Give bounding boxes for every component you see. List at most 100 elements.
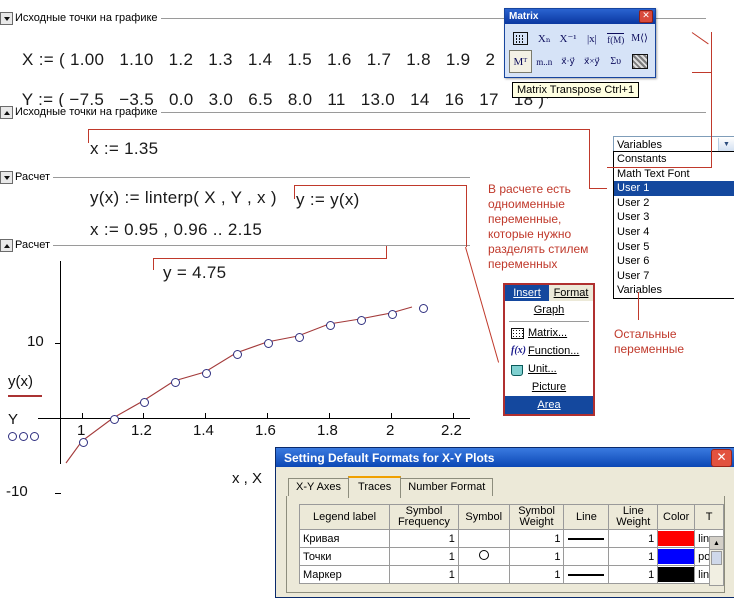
cell-line[interactable] bbox=[563, 529, 610, 548]
annotation-line-to-user1 bbox=[607, 167, 712, 168]
line-sample-icon bbox=[568, 573, 605, 576]
chevron-down-icon[interactable]: ▼ bbox=[718, 138, 734, 151]
cell-line-weight[interactable]: 1 bbox=[608, 547, 659, 566]
x-scalar-expression[interactable]: x := 1.35 bbox=[90, 139, 158, 159]
region-header-3[interactable]: Расчет bbox=[0, 171, 470, 184]
vector-sum-icon[interactable]: Συ bbox=[604, 50, 627, 73]
plot-legend-y-marker-1 bbox=[8, 432, 17, 441]
cell-legend-label[interactable]: Маркер bbox=[298, 565, 391, 584]
tab-traces[interactable]: Traces bbox=[348, 476, 402, 498]
style-option-variables[interactable]: Variables bbox=[614, 283, 734, 298]
cell-color[interactable] bbox=[657, 547, 696, 566]
region-toggle-icon-1[interactable] bbox=[0, 12, 13, 25]
scrollbar-thumb[interactable] bbox=[711, 551, 722, 565]
cell-line[interactable] bbox=[563, 565, 610, 584]
cell-legend-label[interactable]: Точки bbox=[298, 547, 391, 566]
style-option-user-5[interactable]: User 5 bbox=[614, 240, 734, 255]
cell-line-weight[interactable]: 1 bbox=[608, 529, 659, 548]
table-row[interactable]: Кривая 1 1 1 lin bbox=[298, 529, 724, 548]
format-dialog[interactable]: Setting Default Formats for X-Y Plots ✕ … bbox=[275, 447, 734, 598]
traces-table[interactable]: Legend label Symbol Frequency Symbol Sym… bbox=[298, 504, 724, 584]
vectorize-icon[interactable]: f(M) bbox=[604, 27, 627, 50]
menu-item-unit[interactable]: Unit... bbox=[505, 360, 593, 378]
region-header-4[interactable]: Расчет bbox=[0, 239, 470, 252]
style-option-user-4[interactable]: User 4 bbox=[614, 225, 734, 240]
determinant-icon[interactable]: |x| bbox=[580, 27, 603, 50]
table-row[interactable]: Маркер 1 1 1 lin bbox=[298, 565, 724, 584]
cell-symbol-frequency[interactable]: 1 bbox=[389, 547, 459, 566]
cross-product-icon[interactable]: x⃗×y⃗ bbox=[580, 50, 603, 73]
cell-symbol[interactable] bbox=[457, 529, 510, 548]
style-option-user-6[interactable]: User 6 bbox=[614, 254, 734, 269]
col-symbol: Symbol bbox=[457, 504, 510, 530]
col-color: Color bbox=[657, 504, 696, 530]
picture-operator-icon[interactable] bbox=[628, 50, 651, 73]
y-vector-expression[interactable]: Y := ( −7.5 −3.5 0.0 3.0 6.5 8.0 11 13.0… bbox=[12, 70, 551, 110]
cell-symbol-weight[interactable]: 1 bbox=[508, 529, 565, 548]
cell-legend-label[interactable]: Кривая bbox=[298, 529, 391, 548]
insert-format-context-menu[interactable]: Insert Format Graph Matrix... f(x) Funct… bbox=[503, 283, 595, 416]
annotation-line-xscalar-to-note bbox=[589, 188, 607, 189]
style-option-math-text-font[interactable]: Math Text Font bbox=[614, 167, 734, 182]
cell-symbol-frequency[interactable]: 1 bbox=[389, 565, 459, 584]
matrix-palette-body: Xₙ X⁻¹ |x| f(M) M⟨⟩ Mᵀ m..n x⃗·y⃗ x⃗×y⃗ … bbox=[505, 24, 655, 77]
menu-item-graph[interactable]: Graph bbox=[505, 301, 593, 319]
menu-separator bbox=[509, 321, 589, 322]
menu-item-function[interactable]: f(x) Function... bbox=[505, 342, 593, 360]
matrix-grid-icon bbox=[511, 327, 524, 339]
matrix-subscript-icon[interactable]: Xₙ bbox=[533, 27, 556, 50]
matrix-palette-titlebar[interactable]: Matrix ✕ bbox=[505, 9, 655, 24]
style-option-constants[interactable]: Constants bbox=[614, 152, 734, 167]
menu-item-matrix-label: Matrix... bbox=[528, 327, 568, 339]
close-icon[interactable]: ✕ bbox=[639, 10, 653, 23]
tab-format[interactable]: Format bbox=[549, 285, 593, 301]
menu-item-area[interactable]: Area bbox=[505, 396, 593, 414]
cell-symbol[interactable] bbox=[457, 547, 510, 566]
style-option-user-1[interactable]: User 1 bbox=[614, 181, 734, 196]
cell-color[interactable] bbox=[657, 529, 696, 548]
matrix-grid-icon bbox=[512, 32, 528, 45]
style-option-user-2[interactable]: User 2 bbox=[614, 196, 734, 211]
cell-symbol-frequency[interactable]: 1 bbox=[389, 529, 459, 548]
traces-table-scrollbar[interactable]: ▲ bbox=[709, 536, 724, 586]
matrix-transpose-icon[interactable]: Mᵀ bbox=[509, 50, 532, 73]
plot-legend-y-label: Y bbox=[8, 411, 19, 428]
annotation-line-yassign-right bbox=[466, 185, 467, 247]
matrix-palette-toolbar[interactable]: Matrix ✕ Xₙ X⁻¹ |x| f(M) M⟨⟩ Mᵀ m..n x⃗·… bbox=[504, 8, 656, 78]
x-range-definition[interactable]: x := 0.95 , 0.96 .. 2.15 bbox=[90, 220, 262, 240]
style-dropdown-list[interactable]: Constants Math Text Font User 1 User 2 U… bbox=[613, 151, 734, 299]
tab-insert[interactable]: Insert bbox=[505, 285, 549, 301]
cell-symbol-weight[interactable]: 1 bbox=[508, 565, 565, 584]
cell-line-weight[interactable]: 1 bbox=[608, 565, 659, 584]
region-toggle-icon-4[interactable] bbox=[0, 239, 13, 252]
circle-symbol-icon bbox=[478, 550, 489, 560]
range-variable-icon[interactable]: m..n bbox=[533, 50, 556, 73]
region-header-2[interactable]: Исходные точки на графике bbox=[0, 106, 706, 119]
cell-symbol[interactable] bbox=[457, 565, 510, 584]
annotation-note-line-5: разделять стилем bbox=[488, 242, 589, 256]
y-function-definition[interactable]: y(x) := linterp( X , Y , x ) bbox=[90, 188, 277, 208]
cell-symbol-weight[interactable]: 1 bbox=[508, 547, 565, 566]
dot-product-icon[interactable]: x⃗·y⃗ bbox=[557, 50, 580, 73]
region-toggle-icon-2[interactable] bbox=[0, 106, 13, 119]
table-row[interactable]: Точки 1 1 1 po bbox=[298, 547, 724, 566]
insert-matrix-icon[interactable] bbox=[509, 27, 532, 50]
style-option-user-7[interactable]: User 7 bbox=[614, 269, 734, 284]
menu-item-picture[interactable]: Picture bbox=[505, 378, 593, 396]
cell-color[interactable] bbox=[657, 565, 696, 584]
matrix-inverse-icon[interactable]: X⁻¹ bbox=[557, 27, 580, 50]
y-assignment[interactable]: y := y(x) bbox=[296, 190, 360, 210]
data-point bbox=[109, 414, 119, 424]
format-dialog-titlebar[interactable]: Setting Default Formats for X-Y Plots ✕ bbox=[276, 448, 734, 467]
col-type: T bbox=[694, 504, 724, 530]
scroll-up-icon[interactable]: ▲ bbox=[710, 537, 723, 550]
tab-xy-axes[interactable]: X-Y Axes bbox=[288, 478, 350, 496]
cell-line[interactable] bbox=[563, 547, 610, 566]
matrix-column-icon[interactable]: M⟨⟩ bbox=[628, 27, 651, 50]
style-option-user-3[interactable]: User 3 bbox=[614, 210, 734, 225]
x-vector-expression[interactable]: X := ( 1.00 1.10 1.2 1.3 1.4 1.5 1.6 1.7… bbox=[12, 30, 552, 70]
menu-item-matrix[interactable]: Matrix... bbox=[505, 324, 593, 342]
tab-number-format[interactable]: Number Format bbox=[400, 478, 494, 496]
region-toggle-icon-3[interactable] bbox=[0, 171, 13, 184]
close-icon[interactable]: ✕ bbox=[711, 448, 732, 467]
